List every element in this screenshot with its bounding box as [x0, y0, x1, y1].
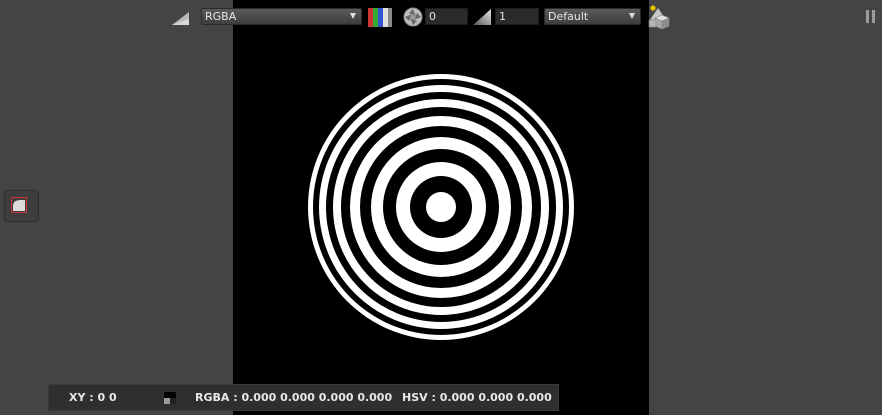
gamma-ramp-icon[interactable]: [472, 8, 492, 30]
color-swatch-icon: [164, 392, 176, 407]
concentric-rings-image: [308, 74, 574, 340]
exposure-field[interactable]: 0: [425, 8, 468, 25]
crop-region-button[interactable]: [4, 190, 39, 222]
viewer-canvas[interactable]: [233, 0, 649, 415]
ring: [426, 192, 456, 222]
rgba-readout: RGBA : 0.000 0.000 0.000 0.000: [195, 391, 393, 404]
aperture-icon[interactable]: [403, 7, 423, 31]
pause-icon[interactable]: [866, 10, 875, 23]
channel-select-value: RGBA: [205, 10, 237, 23]
shapes-3d-icon[interactable]: [647, 4, 671, 34]
crop-region-icon: [11, 197, 27, 217]
lut-select-value: Default: [548, 10, 589, 23]
chevron-down-icon: [350, 13, 356, 19]
rgb-channels-icon[interactable]: [368, 8, 392, 31]
status-bar: XY : 0 0 RGBA : 0.000 0.000 0.000 0.000 …: [48, 384, 559, 411]
xy-readout: XY : 0 0: [69, 391, 117, 404]
exposure-value: 0: [429, 10, 436, 23]
gamma-field[interactable]: 1: [495, 8, 539, 25]
channel-select[interactable]: RGBA: [201, 8, 362, 25]
gain-triangle-icon[interactable]: [171, 11, 190, 30]
gamma-value: 1: [499, 10, 506, 23]
chevron-down-icon: [629, 13, 635, 19]
hsv-readout: HSV : 0.000 0.000 0.000: [402, 391, 552, 404]
lut-select[interactable]: Default: [544, 8, 641, 25]
image-viewer-app: RGBA 0 1 Default XY: 0 0 RGBA: 0.000 0…: [0, 0, 882, 415]
